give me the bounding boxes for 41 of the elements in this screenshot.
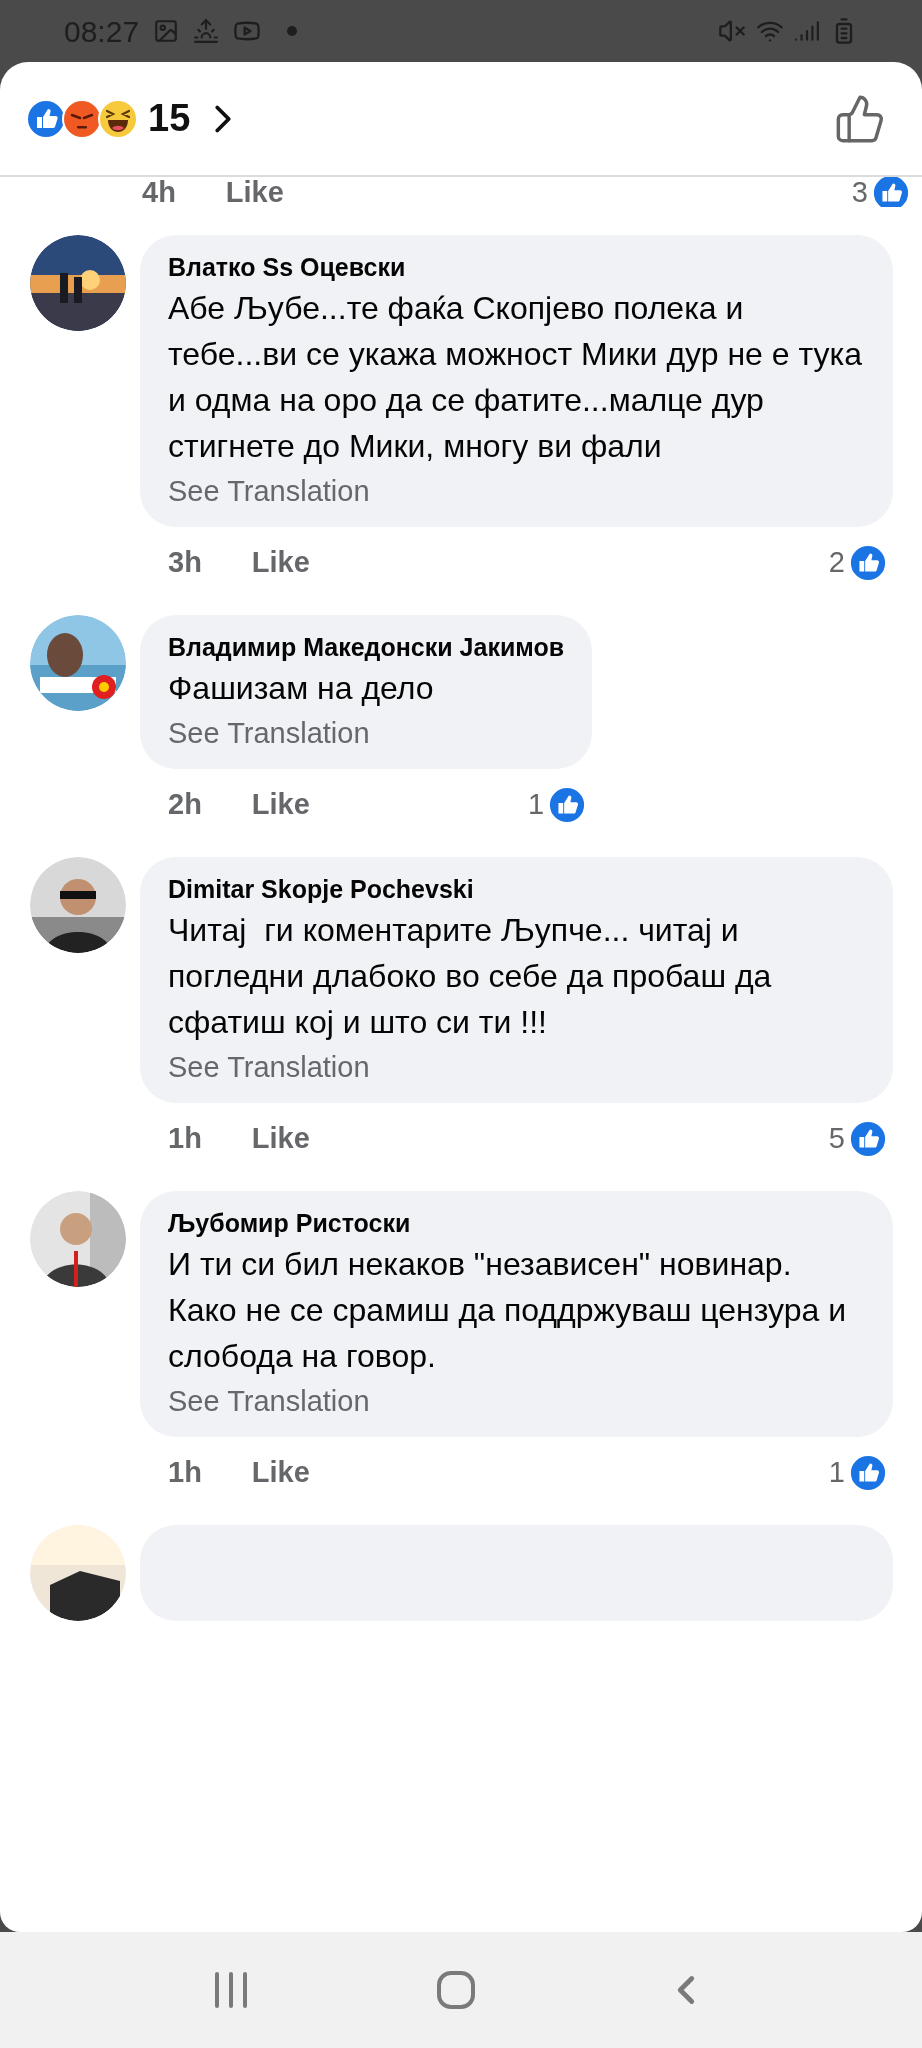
like-link[interactable]: Like (225, 177, 284, 207)
reaction-count: 2 (828, 545, 845, 581)
comment-text: Абе Љубе...те фаќа Скопјево полека и тебе...ви се укажа можност Мики дур не е тука и одма на оро да се фатите...малце дур стигнете до Мики, многу ви фали (168, 289, 863, 466)
comment-time: 4h (142, 177, 176, 207)
comment-author[interactable]: Владимир Македонски Јакимов (168, 629, 565, 665)
see-translation-link[interactable]: See Translation (168, 711, 565, 755)
home-icon[interactable] (436, 1970, 476, 2010)
signal-icon (794, 18, 820, 44)
comment-time: 2h (168, 787, 202, 823)
laughing-reaction-icon (98, 98, 138, 139)
comment-text: И ти си бил некаков "независен" новинар. Како не се срамиш да поддржуваш цензура и слобода на говор. (168, 1245, 847, 1376)
reaction-count: 5 (828, 1121, 845, 1157)
like-link[interactable]: Like (251, 1117, 310, 1161)
reaction-total[interactable]: 15 (148, 90, 191, 147)
like-reaction-icon (872, 177, 910, 207)
see-translation-link[interactable]: See Translation (168, 1045, 865, 1089)
see-translation-link[interactable]: See Translation (168, 469, 865, 513)
see-translation-link[interactable]: See Translation (168, 1379, 865, 1423)
comment-time: 3h (168, 545, 202, 581)
recent-apps-icon[interactable] (213, 1971, 250, 2009)
comment-text: Читај ги коментарите Љупче... читај и погледни длабоко во себе да пробаш да сфатиш кој и што си ти !!! (168, 911, 773, 1042)
comment-time: 1h (168, 1121, 202, 1157)
like-reaction-icon (849, 1454, 887, 1492)
comment-text: Фашизам на дело (168, 669, 435, 708)
like-link[interactable]: Like (251, 1451, 310, 1495)
like-reaction-icon (849, 544, 887, 582)
like-link[interactable]: Like (251, 783, 310, 827)
comment-author[interactable]: Љубомир Ристоски (168, 1205, 865, 1241)
like-reaction-icon (849, 1120, 887, 1158)
comment-author[interactable]: Влатко Ss Оцевски (168, 249, 865, 285)
reaction-count: 3 (851, 177, 868, 207)
like-reaction-icon (26, 98, 66, 139)
like-reaction-icon (548, 786, 587, 824)
comment-time: 1h (168, 1455, 202, 1491)
sunrise-icon (193, 18, 220, 44)
angry-reaction-icon (62, 98, 102, 139)
like-link[interactable]: Like (251, 541, 310, 585)
reaction-count: 1 (828, 1455, 845, 1491)
reaction-count: 1 (527, 787, 545, 823)
image-icon (153, 18, 180, 44)
comment-author[interactable]: Dimitar Skopje Pochevski (168, 871, 865, 907)
